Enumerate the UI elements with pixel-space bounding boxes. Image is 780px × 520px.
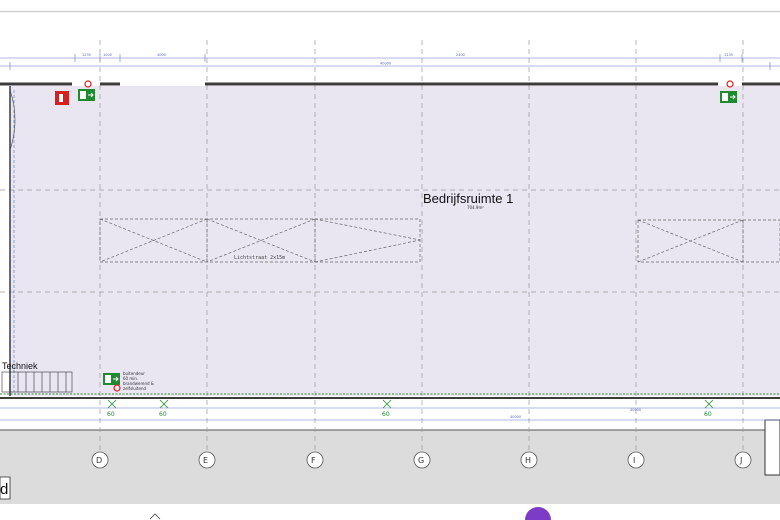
dim-label: 40000 (510, 415, 521, 419)
corner-letter: d (0, 481, 8, 498)
bottom-dimension-lines (0, 407, 780, 421)
grid-axis-label: F (311, 456, 316, 465)
tech-room-label: Techniek (2, 361, 38, 371)
door-width-label: 60 (382, 411, 390, 418)
emergency-exit-icon (720, 91, 737, 103)
emergency-exit-icon (103, 373, 120, 385)
grid-axis-label: H (525, 456, 531, 465)
grid-axis-label: D (96, 456, 102, 465)
floor-plan-svg: 1235 1000 4000 2400 40000 1235 Lichtstra… (0, 0, 780, 520)
door-markers (107, 399, 714, 409)
grid-axis-label: E (203, 456, 208, 465)
grid-axis-label: I (633, 456, 635, 465)
page-margin-bottom (0, 504, 780, 520)
dim-label: 4000 (157, 53, 166, 57)
top-dimension-labels: 1235 1000 4000 2400 40000 1235 (82, 53, 733, 66)
fire-extinguisher-icon (55, 91, 69, 105)
door-width-label: 60 (159, 411, 167, 418)
dim-label: 1000 (103, 53, 112, 57)
grid-axis-label: J (739, 456, 742, 465)
room-floor (10, 86, 780, 396)
skylight-label: Lichtstraat 2x15m (234, 255, 285, 261)
dim-label: 1235 (82, 53, 91, 57)
door-width-label: 60 (107, 411, 115, 418)
dim-label: 40000 (630, 408, 641, 412)
door-width-label: 60 (704, 411, 712, 418)
room-name: Bedrijfsruimte 1 (423, 191, 513, 206)
grid-axis-label: G (418, 456, 424, 465)
dim-label: 40000 (380, 62, 391, 66)
floor-plan-drawing: 1235 1000 4000 2400 40000 1235 Lichtstra… (0, 0, 780, 520)
exterior-block (764, 419, 780, 476)
room-area: 704.9m² (467, 205, 484, 210)
dim-label: 2400 (456, 53, 465, 57)
page-margin (0, 0, 780, 12)
exterior-area (0, 430, 780, 504)
dim-label: 1235 (724, 53, 733, 57)
emergency-exit-icon (78, 89, 95, 101)
exit-note-line: zelfsluitend (123, 386, 146, 391)
